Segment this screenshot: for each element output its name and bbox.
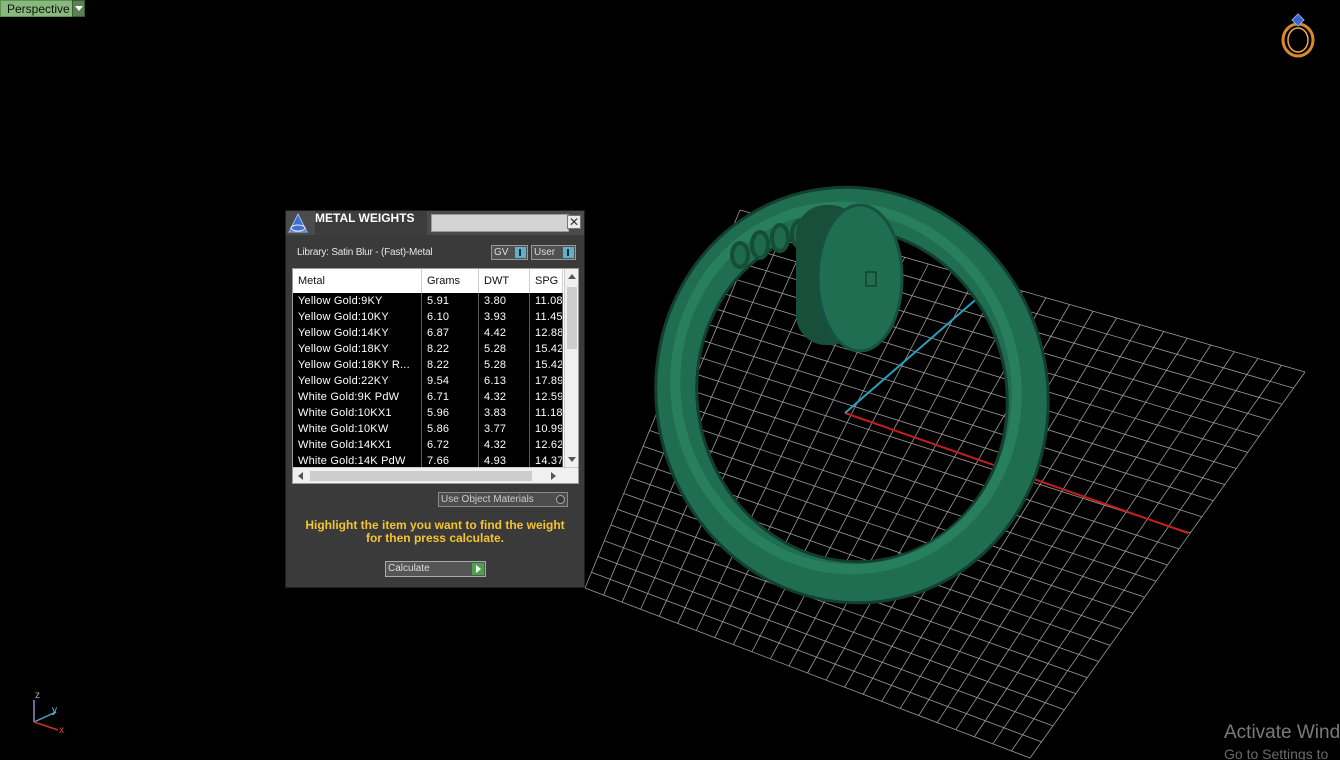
table-row[interactable]: Yellow Gold:18KY 8.22 5.28 15.42 — [293, 341, 563, 357]
titlebar-drag-area[interactable] — [431, 214, 569, 232]
table-header: Metal Grams DWT SPG — [293, 269, 563, 293]
axis-gizmo: z y x — [22, 686, 82, 736]
ring-model[interactable] — [637, 170, 1068, 620]
cell-metal: Yellow Gold:18KY R... — [293, 357, 422, 373]
cell-grams: 6.72 — [422, 437, 479, 453]
scroll-up-icon[interactable] — [568, 274, 576, 279]
cell-spg: 12.59 — [530, 389, 563, 405]
metal-weights-dialog: METAL WEIGHTS ✕ Library: Satin Blur - (F… — [285, 210, 585, 588]
cell-metal: White Gold:10KX1 — [293, 405, 422, 421]
table-vertical-scrollbar[interactable] — [564, 269, 578, 467]
cell-spg: 11.18 — [530, 405, 563, 421]
cell-grams: 9.54 — [422, 373, 479, 389]
viewport-menu-dropdown[interactable] — [72, 0, 85, 17]
cell-spg: 11.08 — [530, 293, 563, 309]
table-row[interactable]: White Gold:10KW 5.86 3.77 10.99 — [293, 421, 563, 437]
cell-dwt: 3.80 — [479, 293, 530, 309]
table-row[interactable]: Yellow Gold:18KY R... 8.22 5.28 15.42 — [293, 357, 563, 373]
cell-spg: 12.88 — [530, 325, 563, 341]
axis-x-label: x — [59, 725, 64, 736]
cell-dwt: 6.13 — [479, 373, 530, 389]
cell-dwt: 4.32 — [479, 389, 530, 405]
cell-metal: Yellow Gold:14KY — [293, 325, 422, 341]
user-toggle-label: User — [534, 247, 556, 258]
3d-viewport[interactable]: Perspective z y x Activate Wind Go to Se… — [0, 0, 1340, 760]
cell-grams: 6.71 — [422, 389, 479, 405]
cell-dwt: 3.77 — [479, 421, 530, 437]
cell-grams: 5.96 — [422, 405, 479, 421]
vertical-scroll-thumb[interactable] — [567, 287, 577, 349]
axis-z-label: z — [35, 690, 40, 701]
cell-spg: 15.42 — [530, 341, 563, 357]
cell-grams: 6.87 — [422, 325, 479, 341]
cell-spg: 12.62 — [530, 437, 563, 453]
cell-grams: 8.22 — [422, 341, 479, 357]
cell-grams: 5.86 — [422, 421, 479, 437]
use-object-materials-label: Use Object Materials — [441, 494, 534, 505]
horizontal-scroll-thumb[interactable] — [310, 471, 532, 481]
cell-spg: 10.99 — [530, 421, 563, 437]
calculate-label: Calculate — [388, 563, 430, 574]
viewport-label[interactable]: Perspective — [0, 0, 77, 17]
cell-dwt: 4.42 — [479, 325, 530, 341]
table-row[interactable]: White Gold:10KX1 5.96 3.83 11.18 — [293, 405, 563, 421]
toggle-indicator-icon — [515, 247, 526, 258]
cell-dwt: 5.28 — [479, 341, 530, 357]
library-label: Library: Satin Blur - (Fast)-Metal — [297, 247, 433, 258]
cell-grams: 6.10 — [422, 309, 479, 325]
scroll-down-icon[interactable] — [568, 457, 576, 462]
instruction-text: Highlight the item you want to find the … — [305, 518, 565, 545]
gv-toggle-label: GV — [494, 247, 509, 258]
cell-metal: Yellow Gold:18KY — [293, 341, 422, 357]
table-row[interactable]: White Gold:9K PdW 6.71 4.32 12.59 — [293, 389, 563, 405]
app-logo-icon — [288, 212, 308, 233]
activation-watermark: Activate Wind — [1224, 722, 1340, 743]
calculate-button[interactable]: Calculate — [385, 561, 486, 577]
col-header-grams[interactable]: Grams — [422, 269, 479, 293]
cell-dwt: 5.28 — [479, 357, 530, 373]
table-row[interactable]: Yellow Gold:10KY 6.10 3.93 11.45 — [293, 309, 563, 325]
scene-canvas[interactable] — [0, 0, 1340, 760]
ring-logo-icon[interactable] — [1276, 10, 1320, 60]
axis-y-label: y — [52, 705, 57, 716]
col-header-dwt[interactable]: DWT — [479, 269, 530, 293]
close-button[interactable]: ✕ — [567, 215, 581, 229]
gv-toggle[interactable]: GV — [491, 245, 528, 260]
cell-metal: White Gold:9K PdW — [293, 389, 422, 405]
cell-spg: 11.45 — [530, 309, 563, 325]
use-object-materials-toggle[interactable]: Use Object Materials — [438, 492, 568, 507]
dialog-titlebar[interactable]: METAL WEIGHTS ✕ — [286, 211, 584, 235]
metal-weights-table[interactable]: Metal Grams DWT SPG Yellow Gold:9KY 5.91 3… — [292, 268, 579, 484]
cell-spg: 17.89 — [530, 373, 563, 389]
cell-grams: 5.91 — [422, 293, 479, 309]
scroll-right-icon[interactable] — [551, 472, 556, 480]
table-row[interactable]: White Gold:14KX1 6.72 4.32 12.62 — [293, 437, 563, 453]
cell-metal: White Gold:14KX1 — [293, 437, 422, 453]
table-row[interactable]: Yellow Gold:9KY 5.91 3.80 11.08 — [293, 293, 563, 309]
table-row[interactable]: Yellow Gold:22KY 9.54 6.13 17.89 — [293, 373, 563, 389]
user-toggle[interactable]: User — [531, 245, 576, 260]
table-row[interactable]: Yellow Gold:14KY 6.87 4.42 12.88 — [293, 325, 563, 341]
activation-watermark-sub: Go to Settings to — [1224, 746, 1329, 760]
grid-line — [1029, 371, 1306, 759]
col-header-metal[interactable]: Metal — [293, 269, 422, 293]
table-horizontal-scrollbar[interactable] — [293, 467, 578, 483]
cell-metal: Yellow Gold:10KY — [293, 309, 422, 325]
cell-dwt: 4.32 — [479, 437, 530, 453]
cell-spg: 15.42 — [530, 357, 563, 373]
cell-grams: 8.22 — [422, 357, 479, 373]
cell-metal: Yellow Gold:9KY — [293, 293, 422, 309]
toggle-indicator-icon — [563, 247, 574, 258]
scroll-left-icon[interactable] — [298, 472, 303, 480]
cell-metal: Yellow Gold:22KY — [293, 373, 422, 389]
dialog-title: METAL WEIGHTS — [315, 211, 427, 235]
cell-metal: White Gold:10KW — [293, 421, 422, 437]
radio-indicator-icon — [556, 495, 565, 504]
cell-dwt: 3.83 — [479, 405, 530, 421]
col-header-spg[interactable]: SPG — [530, 269, 563, 293]
cell-dwt: 3.93 — [479, 309, 530, 325]
play-arrow-icon — [472, 563, 484, 575]
